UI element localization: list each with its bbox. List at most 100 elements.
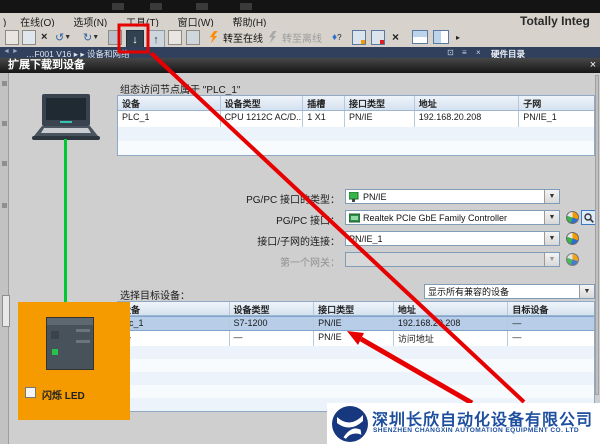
toolbar-overflow-icon[interactable]: ▸ xyxy=(456,29,460,45)
go-online-icon[interactable] xyxy=(209,29,218,45)
config-table-row[interactable]: PLC_1 CPU 1212C AC/D... 1 X1 PN/IE 192.1… xyxy=(118,111,594,127)
cell-device: — xyxy=(118,331,230,346)
col-target-device: 目标设备 xyxy=(508,302,594,315)
cell-device: plc_1 xyxy=(118,317,230,330)
device-info-icon[interactable] xyxy=(186,29,200,45)
subnet-connection-select[interactable]: PN/IE_1 ▼ xyxy=(345,231,560,246)
start-cpu-icon[interactable] xyxy=(352,29,366,45)
empty-row xyxy=(118,372,594,385)
cell-device-type: S7-1200 xyxy=(230,317,315,330)
pnie-icon xyxy=(349,192,360,202)
compatible-devices-filter[interactable]: 显示所有兼容的设备 ▼ xyxy=(424,284,595,299)
col-device: 设备 xyxy=(118,302,230,315)
network-adapter-icon xyxy=(349,213,360,223)
target-table-header: 设备 设备类型 接口类型 地址 目标设备 xyxy=(118,302,594,316)
chevron-down-icon[interactable]: ▼ xyxy=(544,211,559,224)
float-panel-icon[interactable]: ⊡ xyxy=(447,48,454,57)
col-interface-type: 接口类型 xyxy=(345,96,415,110)
config-nodes-table: 设备 设备类型 插槽 接口类型 地址 子网 PLC_1 CPU 1212C AC… xyxy=(117,95,595,156)
accessible-devices-icon[interactable]: ♦? xyxy=(332,29,342,45)
chevron-down-icon[interactable]: ▼ xyxy=(579,285,594,298)
pgpc-type-value: PN/IE xyxy=(360,192,544,202)
empty-row xyxy=(118,141,594,155)
cropped-icon xyxy=(240,3,252,10)
go-offline-icon[interactable] xyxy=(268,29,277,45)
col-slot: 插槽 xyxy=(303,96,345,110)
cell-device-type: — xyxy=(230,331,315,346)
company-name-en: SHENZHEN CHANGXIN AUTOMATION EQUIPMENT C… xyxy=(373,427,579,434)
cell-address: 192.168.20.208 xyxy=(394,317,509,330)
cell-interface-type: PN/IE xyxy=(345,111,415,127)
col-interface-type: 接口类型 xyxy=(314,302,394,315)
empty-row xyxy=(118,359,594,372)
paste-icon[interactable] xyxy=(5,29,19,45)
go-offline-button[interactable]: 转至离线 xyxy=(282,29,322,45)
first-gateway-select: ▼ xyxy=(345,252,560,267)
company-logo-box: 深圳长欣自动化设备有限公司 SHENZHEN CHANGXIN AUTOMATI… xyxy=(327,403,600,444)
cell-slot: 1 X1 xyxy=(303,111,345,127)
nav-back-icon[interactable]: ◄ ► xyxy=(3,48,19,55)
dialog-scrollbar[interactable] xyxy=(595,75,599,395)
plc-device-image xyxy=(46,317,94,370)
dialog-title: 扩展下载到设备 xyxy=(0,58,600,73)
flash-led-label: 闪烁 LED xyxy=(42,387,85,402)
cell-interface-type: PN/IE xyxy=(314,317,394,330)
tia-portal-window: ) 在线(O) 选项(N) 工具(T) 窗口(W) 帮助(H) Totally … xyxy=(0,0,600,444)
col-address: 地址 xyxy=(394,302,509,315)
cell-device-type: CPU 1212C AC/D... xyxy=(221,111,304,127)
plc-led xyxy=(52,349,58,355)
pg-pc-laptop-icon xyxy=(30,92,102,144)
go-online-button[interactable]: 转至在线 xyxy=(223,29,263,45)
cross-references-icon[interactable]: × xyxy=(392,29,399,45)
cell-address: 访问地址 xyxy=(394,331,509,346)
redo-icon[interactable]: ↻▼ xyxy=(83,29,99,45)
cell-target-device: — xyxy=(508,317,594,330)
empty-row xyxy=(118,385,594,398)
pgpc-interface-select[interactable]: Realtek PCIe GbE Family Controller ▼ xyxy=(345,210,560,225)
target-device-panel: 闪烁 LED xyxy=(18,302,130,420)
col-device: 设备 xyxy=(118,96,221,110)
panel-menu-icon[interactable]: ≡ xyxy=(462,48,467,57)
toolbar: × ↺▼ ↻▼ ↓ ↑ 转至在线 转至离线 ♦? × ▸ xyxy=(0,27,600,48)
config-table-header: 设备 设备类型 插槽 接口类型 地址 子网 xyxy=(118,96,594,111)
background-panel-edge xyxy=(0,73,9,444)
col-device-type: 设备类型 xyxy=(230,302,315,315)
flash-interface-icon[interactable] xyxy=(566,211,579,224)
target-device-table: 设备 设备类型 接口类型 地址 目标设备 plc_1 S7-1200 PN/IE… xyxy=(117,301,595,412)
empty-row xyxy=(118,346,594,359)
breadcrumb-bar: ◄ ► …F001 V16 ▸ ▸ 设备和网络 ⊡ ≡ × 硬件目录 xyxy=(0,47,600,58)
target-row-selected[interactable]: plc_1 S7-1200 PN/IE 192.168.20.208 — xyxy=(118,316,594,331)
dialog-close-icon[interactable]: × xyxy=(586,58,600,73)
changxin-logo-icon xyxy=(331,405,369,443)
col-device-type: 设备类型 xyxy=(221,96,304,110)
compile-icon[interactable] xyxy=(108,29,122,45)
flash-gateway-icon[interactable] xyxy=(566,253,579,266)
config-nodes-caption: 组态访问节点属于 "PLC_1" xyxy=(120,81,240,96)
stop-cpu-icon[interactable] xyxy=(371,29,385,45)
cell-target-device: — xyxy=(508,331,594,346)
chevron-down-icon[interactable]: ▼ xyxy=(544,190,559,203)
target-row[interactable]: — — PN/IE 访问地址 — xyxy=(118,331,594,346)
chevron-down-icon[interactable]: ▼ xyxy=(544,232,559,245)
panel-close-icon[interactable]: × xyxy=(476,48,481,57)
flash-subnet-icon[interactable] xyxy=(566,232,579,245)
flash-led-checkbox[interactable] xyxy=(25,387,36,398)
cropped-icon xyxy=(112,3,124,10)
split-editor-horizontal-icon[interactable] xyxy=(412,29,428,45)
ethernet-cable xyxy=(64,139,67,320)
copy-icon[interactable] xyxy=(22,29,36,45)
undo-icon[interactable]: ↺▼ xyxy=(55,29,71,45)
pgpc-type-label: PG/PC 接口的类型： xyxy=(175,191,340,206)
select-target-caption: 选择目标设备： xyxy=(120,287,190,302)
pgpc-type-select[interactable]: PN/IE ▼ xyxy=(345,189,560,204)
cell-interface-type: PN/IE xyxy=(314,331,394,346)
cell-address: 192.168.20.208 xyxy=(415,111,520,127)
cropped-icon xyxy=(196,3,208,10)
split-editor-vertical-icon[interactable] xyxy=(433,29,449,45)
filter-value: 显示所有兼容的设备 xyxy=(425,285,579,298)
col-subnet: 子网 xyxy=(519,96,594,110)
device-icon[interactable] xyxy=(168,29,182,45)
menu-bar: ) 在线(O) 选项(N) 工具(T) 窗口(W) 帮助(H) xyxy=(0,13,600,27)
cell-subnet: PN/IE_1 xyxy=(519,111,594,127)
delete-icon[interactable]: × xyxy=(41,29,47,45)
